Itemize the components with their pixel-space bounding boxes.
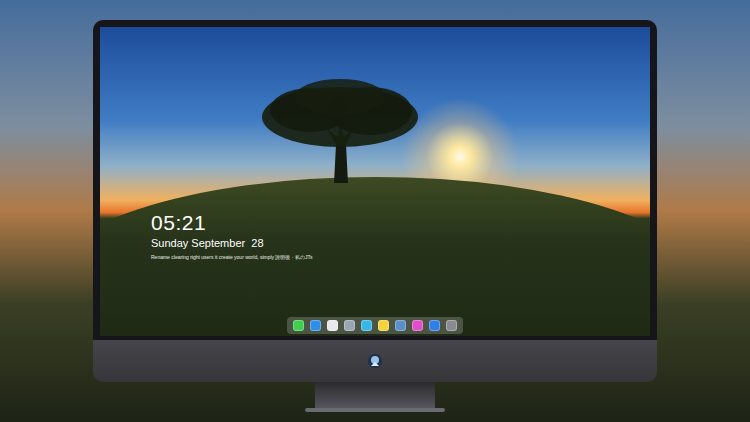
lock-screen: 05:21Sunday September 28 Rename clearing … (100, 27, 650, 336)
monitor: 05:21Sunday September 28 Rename clearing … (93, 20, 657, 412)
tree-icon (250, 75, 430, 185)
camera-icon[interactable] (446, 320, 457, 331)
tagline: Rename clearing right users it create yo… (151, 253, 650, 261)
monitor-stand (315, 382, 435, 408)
page: 05:21Sunday September 28 Rename clearing … (0, 0, 750, 422)
monitor-chin (93, 340, 657, 382)
preview-icon[interactable] (344, 320, 355, 331)
notes-icon[interactable] (378, 320, 389, 331)
app-store-icon[interactable] (429, 320, 440, 331)
dock (287, 317, 463, 334)
finder-icon[interactable] (310, 320, 321, 331)
clock-date: Sunday September 28 (151, 236, 650, 251)
monitor-base (305, 408, 445, 412)
safari-icon[interactable] (327, 320, 338, 331)
messages-icon[interactable] (293, 320, 304, 331)
movies-icon[interactable] (361, 320, 372, 331)
clock-block: 05:21Sunday September 28 Rename clearing … (100, 27, 650, 261)
music-icon[interactable] (412, 320, 423, 331)
screen: 05:21Sunday September 28 Rename clearing … (100, 27, 650, 336)
photos-icon[interactable] (395, 320, 406, 331)
logo-icon (367, 353, 383, 369)
monitor-bezel: 05:21Sunday September 28 Rename clearing … (93, 20, 657, 340)
clock-time: 05:21 (151, 210, 650, 236)
dock-row (100, 317, 650, 336)
wallpaper (100, 27, 650, 336)
